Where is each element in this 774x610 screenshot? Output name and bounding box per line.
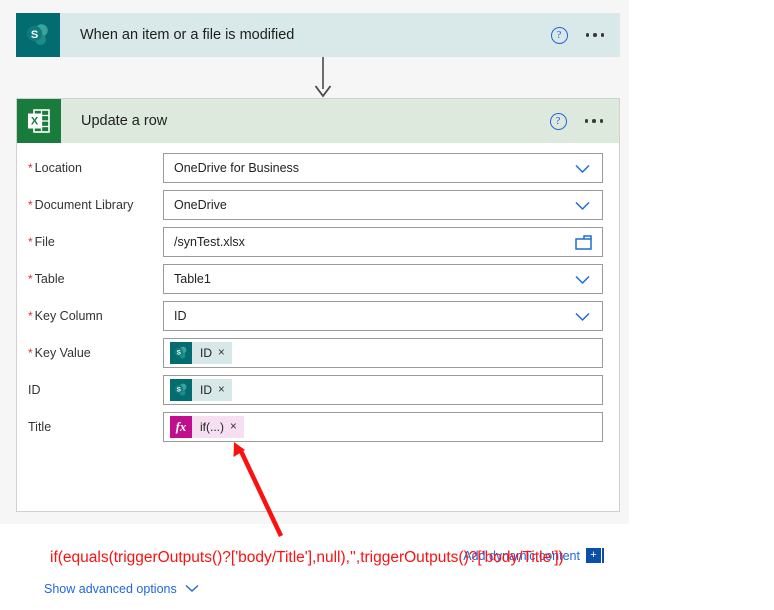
field-label: * Table	[17, 272, 163, 286]
field-value: OneDrive for Business	[174, 160, 300, 175]
required-marker: *	[28, 308, 33, 323]
field-label-text: Title	[28, 419, 52, 434]
add-icon[interactable]: +	[586, 548, 604, 563]
field-input[interactable]: S ID ×	[163, 374, 603, 405]
field-value: /synTest.xlsx	[174, 234, 245, 249]
token-remove-icon[interactable]: ×	[218, 347, 225, 359]
trigger-card[interactable]: S When an item or a file is modified ?	[16, 13, 620, 57]
excel-icon: X	[17, 99, 61, 143]
trigger-card-header[interactable]: S When an item or a file is modified ?	[16, 13, 620, 57]
svg-text:S: S	[31, 29, 38, 41]
dynamic-content-token[interactable]: S ID ×	[170, 378, 232, 401]
folder-picker-icon[interactable]	[575, 234, 592, 250]
required-marker: *	[28, 160, 33, 175]
required-marker: *	[28, 345, 33, 360]
field-row: * Table Table1	[17, 260, 619, 297]
field-row: * Location OneDrive for Business	[17, 149, 619, 186]
action-card[interactable]: X Update a row ? * Location OneDrive for B…	[16, 98, 620, 596]
field-label-text: Key Column	[34, 308, 103, 323]
field-label: * Location	[17, 161, 163, 175]
action-card-title: Update a row	[81, 113, 168, 129]
field-label-text: File	[34, 234, 55, 249]
show-advanced-options-label: Show advanced options	[44, 582, 177, 596]
required-marker: *	[28, 271, 33, 286]
field-label: * Key Value	[17, 346, 163, 360]
token-remove-icon[interactable]: ×	[218, 384, 225, 396]
chevron-down-icon[interactable]	[575, 309, 590, 324]
required-marker: *	[28, 197, 33, 212]
field-value: OneDrive	[174, 197, 227, 212]
sharepoint-icon: S	[170, 341, 192, 364]
chevron-down-icon	[185, 582, 199, 596]
field-label: * File	[17, 235, 163, 249]
fx-label: fx	[175, 418, 187, 434]
svg-text:X: X	[31, 116, 39, 128]
help-icon[interactable]: ?	[550, 26, 568, 44]
chevron-down-icon[interactable]	[575, 198, 590, 213]
field-row: Title fx if(...) ×	[17, 408, 619, 445]
token-remove-icon[interactable]: ×	[230, 421, 237, 433]
field-value: Table1	[174, 271, 211, 286]
field-input[interactable]: /synTest.xlsx	[163, 226, 603, 257]
token-label: ID	[200, 345, 212, 360]
trigger-card-title: When an item or a file is modified	[80, 27, 295, 43]
token-body: ID ×	[192, 378, 232, 401]
action-field-list: * Location OneDrive for Business * Document …	[17, 143, 619, 445]
field-input[interactable]: OneDrive	[163, 189, 603, 220]
token-label: if(...)	[200, 419, 224, 434]
field-row: * File/synTest.xlsx	[17, 223, 619, 260]
field-label: * Document Library	[17, 198, 163, 212]
help-icon[interactable]: ?	[549, 112, 567, 130]
action-card-header[interactable]: X Update a row ?	[17, 99, 619, 143]
field-label-text: Key Value	[34, 345, 91, 360]
field-input[interactable]: S ID ×	[163, 337, 603, 368]
action-header-tools: ?	[549, 99, 608, 143]
chevron-down-icon[interactable]	[575, 272, 590, 287]
screenshot-root: S When an item or a file is modified ? X…	[0, 0, 774, 610]
sharepoint-icon: S	[170, 378, 192, 401]
required-marker: *	[28, 234, 33, 249]
token-label: ID	[200, 382, 212, 397]
expression-fx-icon: fx	[170, 415, 192, 438]
show-advanced-options-link[interactable]: Show advanced options	[44, 582, 199, 596]
svg-text:S: S	[177, 386, 182, 393]
field-label-text: Document Library	[34, 197, 134, 212]
flow-connector-arrow	[312, 57, 334, 98]
more-options-icon[interactable]	[585, 33, 609, 37]
token-body: ID ×	[192, 341, 232, 364]
sharepoint-icon: S	[16, 13, 60, 57]
annotation-formula-text: if(equals(triggerOutputs()?['body/Title'…	[50, 549, 564, 566]
dynamic-content-token[interactable]: S ID ×	[170, 341, 232, 364]
field-label: * Key Column	[17, 309, 163, 323]
token-body: if(...) ×	[192, 415, 244, 438]
dynamic-content-token[interactable]: fx if(...) ×	[170, 415, 244, 438]
trigger-header-tools: ?	[550, 13, 609, 57]
field-input[interactable]: Table1	[163, 263, 603, 294]
field-input[interactable]: fx if(...) ×	[163, 411, 603, 442]
field-row: ID S ID ×	[17, 371, 619, 408]
field-label-text: ID	[28, 382, 41, 397]
field-row: * Key Value S ID ×	[17, 334, 619, 371]
field-label-text: Table	[34, 271, 65, 286]
svg-text:S: S	[177, 349, 182, 356]
field-input[interactable]: ID	[163, 300, 603, 331]
field-row: * Key Column ID	[17, 297, 619, 334]
field-row: * Document Library OneDrive	[17, 186, 619, 223]
field-label: ID	[17, 383, 163, 397]
field-input[interactable]: OneDrive for Business	[163, 152, 603, 183]
chevron-down-icon[interactable]	[575, 161, 590, 176]
field-value: ID	[174, 308, 187, 323]
more-options-icon[interactable]	[584, 119, 608, 123]
field-label: Title	[17, 420, 163, 434]
field-label-text: Location	[34, 160, 82, 175]
